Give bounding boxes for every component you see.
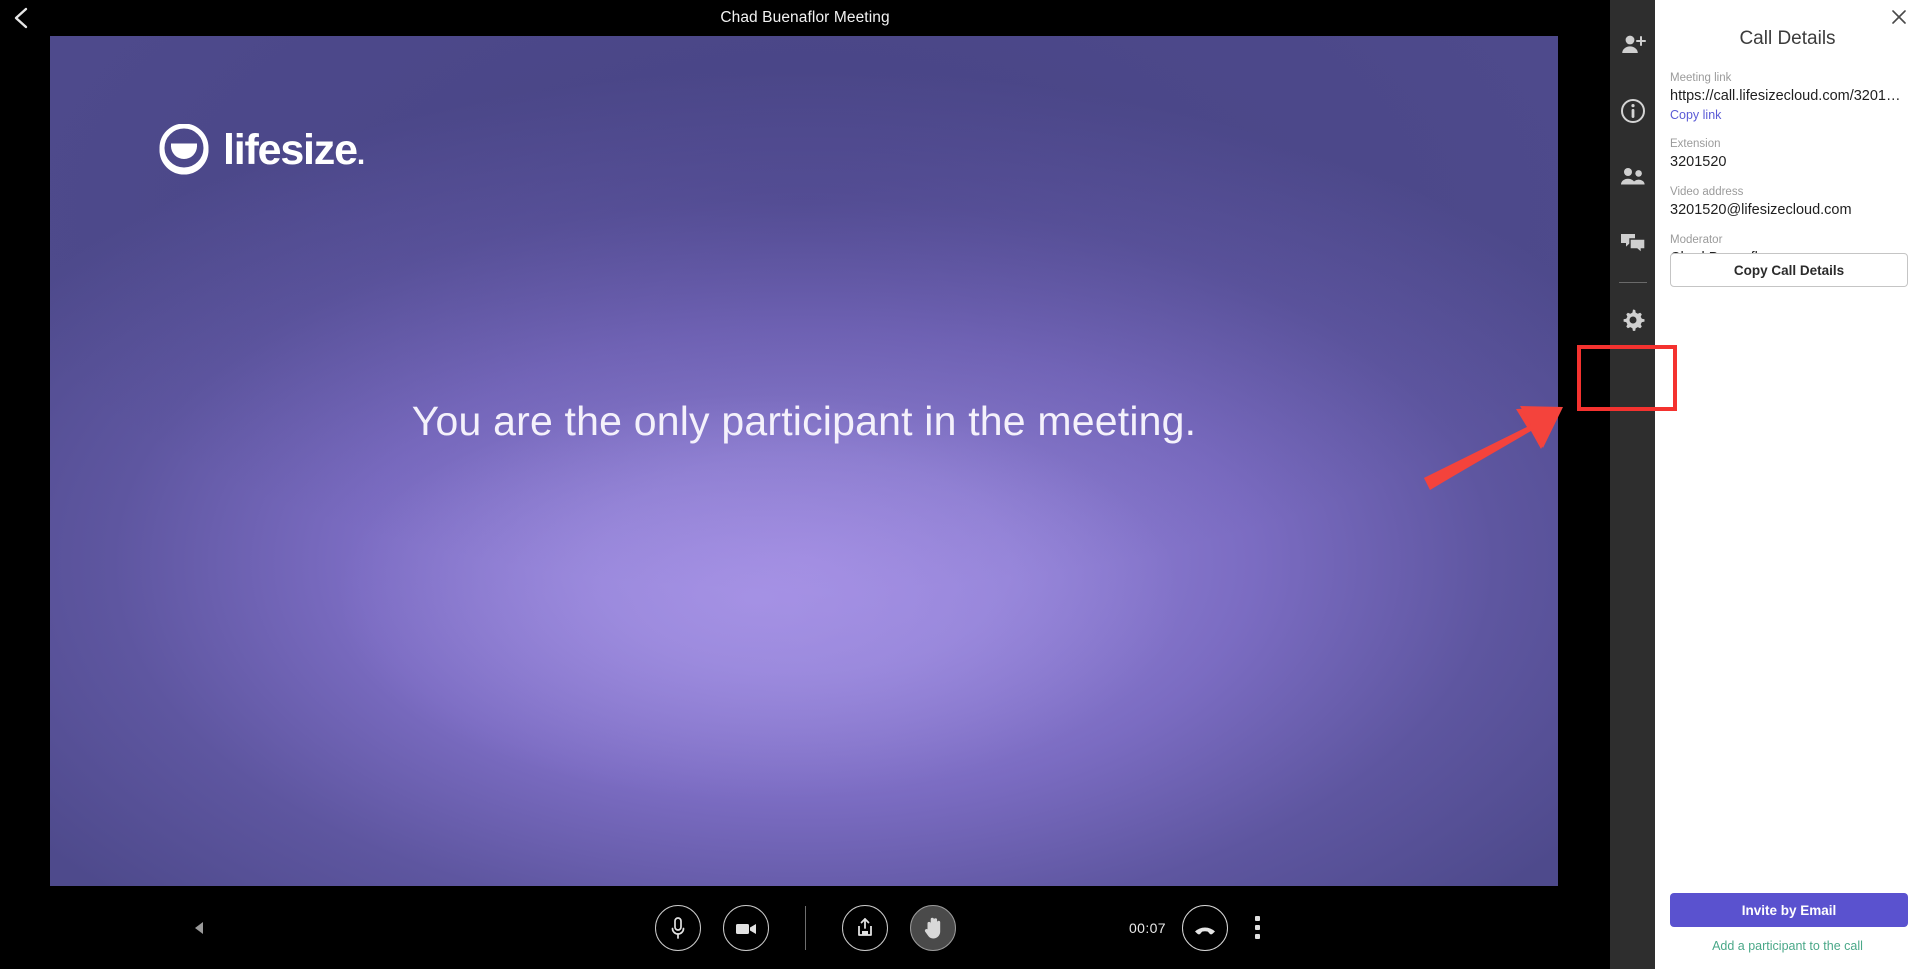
raised-hand-icon [924, 917, 940, 939]
stage-message: You are the only participant in the meet… [411, 397, 1197, 444]
copy-link-button[interactable]: Copy link [1670, 106, 1908, 124]
field-extension: Extension 3201520 [1670, 136, 1908, 172]
dot [1254, 934, 1260, 939]
page-title: Chad Buenaflor Meeting [720, 9, 890, 26]
controls-divider [804, 905, 806, 950]
sidebar-item-settings[interactable] [1610, 287, 1655, 353]
close-panel-button[interactable] [1886, 4, 1912, 30]
share-screen-icon [857, 917, 872, 936]
back-button[interactable] [4, 2, 38, 34]
end-call-button[interactable] [1182, 904, 1228, 951]
copy-call-details-button[interactable]: Copy Call Details [1670, 253, 1908, 287]
call-details-panel: Call Details Meeting link https://call.l… [1655, 0, 1920, 969]
microphone-icon [671, 916, 684, 939]
share-screen-button[interactable] [841, 904, 888, 951]
video-stage: lifesize. You are the only participant i… [50, 36, 1558, 886]
add-participant-link[interactable]: Add a participant to the call [1655, 939, 1920, 953]
field-video-address: Video address 3201520@lifesizecloud.com [1670, 184, 1908, 220]
raise-hand-button[interactable] [909, 904, 956, 951]
field-meeting-link: Meeting link https://call.lifesizecloud.… [1670, 70, 1908, 124]
control-bar: 00:07 [0, 886, 1610, 969]
sidebar-item-chat[interactable] [1610, 210, 1655, 276]
field-label: Extension [1670, 138, 1721, 150]
more-options-button[interactable] [1244, 908, 1270, 948]
field-value: https://call.lifesizecloud.com/32015… [1670, 88, 1908, 104]
people-icon [1620, 168, 1645, 185]
field-value: 3201520@lifesizecloud.com [1670, 202, 1852, 218]
call-details-fields: Meeting link https://call.lifesizecloud.… [1670, 70, 1908, 280]
field-value: 3201520 [1670, 154, 1727, 170]
field-label: Video address [1670, 186, 1744, 198]
rail-divider [1618, 282, 1647, 283]
field-label: Moderator [1670, 234, 1723, 246]
hang-up-icon [1195, 927, 1215, 934]
primary-controls [0, 886, 1610, 969]
camera-button[interactable] [722, 904, 769, 951]
icon-rail [1610, 0, 1655, 969]
info-circle-icon [1620, 99, 1645, 123]
call-timer: 00:07 [1128, 919, 1166, 936]
call-controls-right: 00:07 [1129, 886, 1270, 969]
microphone-button[interactable] [654, 904, 701, 951]
video-camera-icon [735, 923, 756, 934]
meeting-region: Chad Buenaflor Meeting lifesize. You are… [0, 0, 1610, 969]
close-icon [1892, 10, 1906, 24]
chat-bubbles-icon [1620, 234, 1646, 255]
title-bar: Chad Buenaflor Meeting [0, 0, 1610, 36]
app-root: Chad Buenaflor Meeting lifesize. You are… [0, 0, 1920, 969]
dot [1254, 925, 1260, 930]
sidebar-item-participants[interactable] [1610, 144, 1655, 210]
chevron-left-icon [14, 7, 28, 29]
gear-icon [1623, 309, 1644, 331]
sidebar-item-call-info[interactable] [1610, 78, 1655, 144]
field-label: Meeting link [1670, 72, 1732, 84]
invite-by-email-button[interactable]: Invite by Email [1670, 893, 1908, 927]
panel-title: Call Details [1739, 28, 1836, 49]
person-add-icon [1621, 35, 1646, 53]
dot [1254, 916, 1260, 921]
sidebar-item-add-person[interactable] [1610, 12, 1655, 78]
